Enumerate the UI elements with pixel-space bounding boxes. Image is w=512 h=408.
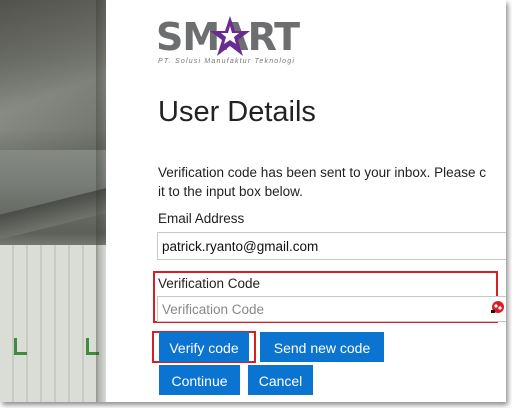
intro-line-2: it to the input box below. [158, 184, 303, 199]
password-manager-icon[interactable] [490, 299, 506, 315]
page-title: User Details [158, 96, 316, 128]
background-photo [0, 0, 106, 402]
continue-button[interactable]: Continue [159, 365, 240, 395]
verify-code-button[interactable]: Verify code [159, 332, 249, 362]
logo-tagline: PT. Solusi Manufaktur Teknologi [158, 58, 296, 65]
verification-label: Verification Code [158, 276, 261, 291]
signup-window: SMART PT. Solusi Manufaktur Teknologi Us… [0, 0, 506, 402]
star-icon [210, 16, 250, 56]
cancel-button[interactable]: Cancel [248, 365, 313, 395]
email-label: Email Address [158, 211, 245, 226]
intro-text: Verification code has been sent to your … [158, 163, 506, 201]
intro-line-1: Verification code has been sent to your … [158, 165, 486, 180]
send-new-code-button[interactable]: Send new code [260, 332, 384, 362]
email-field: patrick.ryanto@gmail.com [157, 232, 506, 260]
company-logo: SMART PT. Solusi Manufaktur Teknologi [156, 14, 326, 72]
user-details-panel: SMART PT. Solusi Manufaktur Teknologi Us… [106, 0, 506, 402]
verification-code-input[interactable] [157, 296, 506, 322]
